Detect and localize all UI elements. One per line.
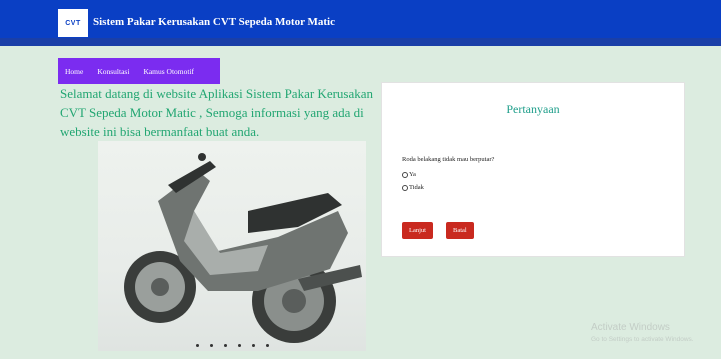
- option-tidak-label: Tidak: [409, 184, 424, 191]
- carousel-dot[interactable]: [195, 344, 199, 347]
- nav-item-kamus-otomotif[interactable]: Kamus Otomotif: [136, 67, 201, 76]
- question-card: Pertanyaan Roda belakang tidak mau berpu…: [381, 82, 685, 257]
- cancel-button[interactable]: Batal: [446, 222, 474, 239]
- question-text: Roda belakang tidak mau berputar?: [402, 156, 495, 163]
- carousel-indicators[interactable]: [98, 344, 366, 347]
- nav-bar: Home Konsultasi Kamus Otomotif: [58, 58, 220, 84]
- watermark-title: Activate Windows: [591, 322, 670, 333]
- carousel-dot[interactable]: [265, 344, 269, 347]
- radio-ya[interactable]: [402, 171, 408, 178]
- option-tidak[interactable]: Tidak: [402, 184, 424, 191]
- watermark-subtitle: Go to Settings to activate Windows.: [591, 336, 694, 343]
- nav-item-konsultasi[interactable]: Konsultasi: [90, 67, 136, 76]
- welcome-text: Selamat datang di website Aplikasi Siste…: [60, 86, 374, 139]
- option-ya[interactable]: Ya: [402, 171, 416, 178]
- nav-item-home[interactable]: Home: [58, 67, 90, 76]
- card-title: Pertanyaan: [506, 102, 560, 116]
- carousel-dot[interactable]: [223, 344, 227, 347]
- logo: CVT: [58, 9, 88, 37]
- carousel-dot[interactable]: [251, 344, 255, 347]
- app-title: Sistem Pakar Kerusakan CVT Sepeda Motor …: [93, 16, 335, 28]
- carousel-dot[interactable]: [237, 344, 241, 347]
- next-button[interactable]: Lanjut: [402, 222, 433, 239]
- hero-image: [98, 141, 366, 351]
- option-ya-label: Ya: [409, 171, 416, 178]
- header-bar: CVT Sistem Pakar Kerusakan CVT Sepeda Mo…: [0, 0, 721, 46]
- carousel-dot[interactable]: [209, 344, 213, 347]
- radio-tidak[interactable]: [402, 184, 408, 191]
- scooter-image: [124, 153, 362, 343]
